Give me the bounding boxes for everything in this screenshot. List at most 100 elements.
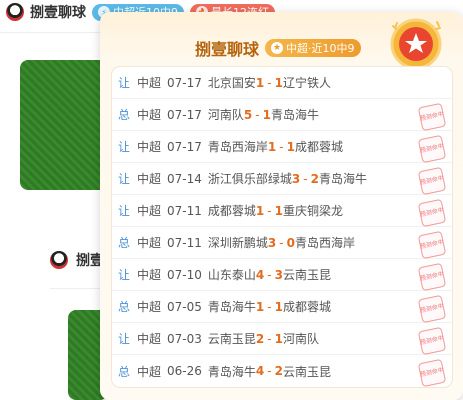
away-score: 1: [274, 75, 283, 90]
away-score: 1: [274, 331, 283, 346]
away-team: 青岛海牛: [270, 108, 319, 122]
home-score: 5: [243, 107, 253, 122]
bet-type: 让: [118, 268, 131, 282]
league: 中超: [137, 76, 162, 90]
match-date: 07-17: [167, 107, 202, 122]
hit-stamp-icon: 预测命中: [417, 294, 447, 324]
record-row[interactable]: 让中超 07-17 北京国安 1-1 辽宁铁人: [112, 67, 452, 99]
record-row[interactable]: 让中超 07-17 青岛西海岸 1-1 成都蓉城 预测命中: [112, 131, 452, 164]
hit-stamp-icon: 预测命中: [417, 230, 447, 260]
record-row[interactable]: 总中超 07-17 河南队 5-1 青岛海牛 预测命中: [112, 99, 452, 132]
away-score: 2: [310, 171, 319, 186]
league: 中超: [137, 140, 162, 154]
bet-type: 总: [118, 236, 131, 250]
home-team: 山东泰山: [207, 268, 256, 282]
away-score: 3: [274, 267, 283, 282]
page: 捌壹聊球 ⚡ 中超近10中9 🔥 最长12连红 捌壹 捌壹聊球 ★ 中超·近10…: [0, 0, 463, 400]
home-score: 3: [267, 235, 277, 250]
away-team: 成都蓉城: [294, 140, 343, 154]
record-row[interactable]: 让中超 07-03 云南玉昆 2-1 河南队 预测命中: [112, 323, 452, 356]
bet-type: 总: [118, 108, 131, 122]
record-row[interactable]: 让中超 07-10 山东泰山 4-3 云南玉昆 预测命中: [112, 259, 452, 292]
away-score: 1: [274, 203, 283, 218]
league: 中超: [137, 236, 162, 250]
away-team: 青岛海牛: [318, 172, 367, 186]
home-team: 青岛海牛: [207, 364, 256, 379]
divider: [0, 32, 100, 33]
feed-author-row: 捌壹: [50, 250, 104, 270]
score-separator: -: [303, 171, 308, 186]
bet-type: 总: [118, 364, 131, 379]
match-date: 06-26: [167, 364, 202, 378]
hit-stamp-icon: 预测命中: [417, 358, 447, 388]
home-team: 成都蓉城: [207, 204, 256, 218]
score-separator: -: [267, 267, 272, 282]
popup-title: 捌壹聊球: [195, 40, 260, 59]
hit-stamp-icon: 预测命中: [417, 326, 447, 356]
record-row[interactable]: 让中超 07-14 浙江俱乐部绿城 3-2 青岛海牛 预测命中: [112, 163, 452, 196]
home-team: 浙江俱乐部绿城: [207, 172, 292, 186]
league: 中超: [137, 108, 162, 122]
score-separator: -: [255, 107, 260, 122]
hit-stamp-icon: 预测命中: [417, 102, 447, 132]
away-score: 2: [274, 364, 283, 378]
away-score: 1: [286, 139, 295, 154]
home-score: 4: [255, 267, 265, 282]
hit-stamp-icon: 预测命中: [417, 262, 447, 292]
medal-icon: [390, 18, 442, 70]
feed-avatar[interactable]: [50, 251, 68, 269]
home-score: 3: [291, 171, 301, 186]
away-score: 0: [286, 235, 295, 250]
match-date: 07-10: [167, 267, 202, 282]
match-date: 07-05: [167, 299, 202, 314]
match-date: 07-11: [167, 203, 202, 218]
league: 中超: [137, 364, 162, 379]
away-team: 河南队: [282, 332, 319, 346]
match-date: 07-17: [167, 139, 202, 154]
record-row[interactable]: 总中超 06-26 青岛海牛 4-2 云南玉昆 预测命中: [112, 355, 452, 388]
match-date: 07-17: [167, 75, 202, 90]
author-name[interactable]: 捌壹聊球: [30, 2, 86, 22]
league: 中超: [137, 300, 162, 314]
home-score: 1: [255, 75, 265, 90]
bet-type: 让: [118, 204, 131, 218]
record-row[interactable]: 总中超 07-11 深圳新鹏城 3-0 青岛西海岸 预测命中: [112, 227, 452, 260]
bet-type: 总: [118, 300, 131, 314]
home-score: 1: [255, 299, 265, 314]
away-team: 成都蓉城: [282, 300, 331, 314]
home-team: 河南队: [207, 108, 244, 122]
away-team: 重庆铜梁龙: [282, 204, 343, 218]
record-row[interactable]: 总中超 07-05 青岛海牛 1-1 成都蓉城 预测命中: [112, 291, 452, 324]
home-score: 1: [267, 139, 277, 154]
league: 中超: [137, 332, 162, 346]
bet-type: 让: [118, 332, 131, 346]
record-row[interactable]: 让中超 07-11 成都蓉城 1-1 重庆铜梁龙 预测命中: [112, 195, 452, 228]
away-team: 云南玉昆: [282, 364, 331, 379]
score-separator: -: [267, 364, 272, 378]
home-team: 青岛西海岸: [207, 140, 268, 154]
hit-stamp-icon: 预测命中: [417, 198, 447, 228]
away-score: 1: [262, 107, 271, 122]
away-score: 1: [274, 299, 283, 314]
popup-badge-label: 中超·近10中9: [286, 42, 355, 55]
score-separator: -: [279, 139, 284, 154]
league: 中超: [137, 172, 162, 186]
score-separator: -: [267, 299, 272, 314]
home-team: 云南玉昆: [207, 332, 256, 346]
home-score: 2: [255, 331, 265, 346]
score-separator: -: [267, 331, 272, 346]
home-team: 青岛海牛: [207, 300, 256, 314]
away-team: 辽宁铁人: [282, 76, 331, 90]
avatar[interactable]: [6, 3, 24, 21]
bet-type: 让: [118, 76, 131, 90]
home-score: 4: [255, 364, 265, 378]
hit-stamp-icon: 预测命中: [417, 166, 447, 196]
record-popup: 捌壹聊球 ★ 中超·近10中9 让中超 07-17 北京国安 1-1 辽宁铁人总中超 07…: [100, 12, 463, 400]
match-date: 07-14: [167, 171, 202, 186]
match-date: 07-03: [167, 331, 202, 346]
home-team: 北京国安: [207, 76, 256, 90]
star-icon: ★: [271, 42, 284, 54]
home-team: 深圳新鹏城: [207, 236, 268, 250]
home-score: 1: [255, 203, 265, 218]
bet-type: 让: [118, 172, 131, 186]
